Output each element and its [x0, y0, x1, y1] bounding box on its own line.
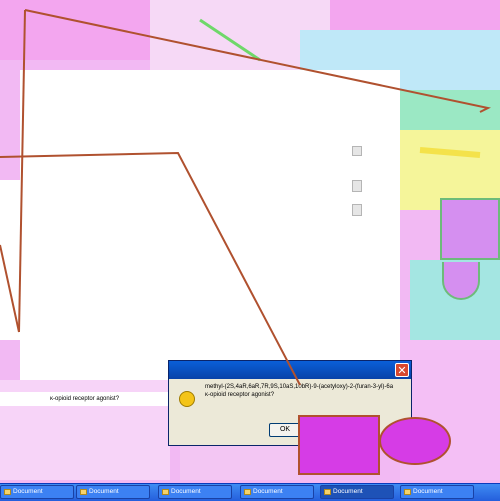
main-window: [20, 70, 400, 380]
taskbar-button[interactable]: Document: [320, 485, 394, 499]
taskbar-button[interactable]: Document: [400, 485, 474, 499]
folder-icon: [162, 489, 169, 495]
folder-icon: [244, 489, 251, 495]
dialog-message-line1: methyl-(2S,4aR,6aR,7R,9S,10aS,10bR)-9-(a…: [205, 384, 394, 390]
violet-shield-shape: [442, 262, 480, 300]
folder-icon: [4, 489, 11, 495]
warning-icon: [179, 391, 195, 407]
folder-icon: [404, 489, 411, 495]
violet-panel: [440, 198, 500, 260]
scroll-stub[interactable]: [352, 204, 362, 216]
folder-icon: [80, 489, 87, 495]
taskbar-button[interactable]: Document: [0, 485, 74, 499]
dialog-message: methyl-(2S,4aR,6aR,7R,9S,10aS,10bR)-9-(a…: [205, 383, 409, 399]
taskbar: Document Document Document Document Docu…: [0, 483, 500, 501]
close-icon[interactable]: ✕: [395, 363, 409, 377]
scroll-stub[interactable]: [352, 146, 362, 156]
scroll-stub[interactable]: [352, 180, 362, 192]
taskbar-button[interactable]: Document: [76, 485, 150, 499]
folder-icon: [324, 489, 331, 495]
ok-button[interactable]: OK: [269, 423, 301, 437]
dialog-titlebar[interactable]: [169, 361, 411, 379]
left-panel: [0, 180, 22, 340]
magenta-rectangle: [298, 415, 380, 475]
background-window-text: κ-opioid receptor agonist?: [50, 396, 120, 402]
taskbar-button[interactable]: Document: [158, 485, 232, 499]
dialog-message-line2: κ-opioid receptor agonist?: [205, 392, 275, 398]
magenta-ellipse: [379, 417, 451, 465]
taskbar-button[interactable]: Document: [240, 485, 314, 499]
